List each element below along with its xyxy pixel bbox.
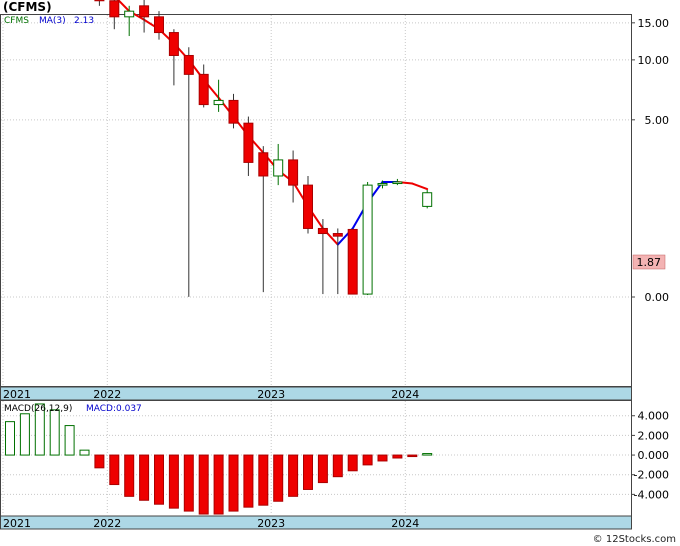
candle-body-down	[183, 54, 194, 75]
price-x-tick-label: 2024	[391, 388, 419, 401]
macd-bar-negative	[139, 454, 150, 501]
macd-panel: 4.000 2.000 0.000 -2.000 -4.000 MACD(26,12,9…	[0, 400, 670, 530]
macd-bar-negative	[168, 454, 179, 509]
macd-y-tick-label: -4.000	[634, 488, 669, 501]
macd-bar-positive	[49, 409, 60, 456]
macd-bar-positive	[5, 421, 15, 456]
legend-ma-label: MA(3)	[39, 16, 66, 26]
macd-bar-negative	[228, 454, 239, 512]
macd-x-tick-label: 2024	[391, 517, 419, 530]
macd-bar-negative	[124, 454, 135, 497]
price-x-tick-label: 2022	[93, 388, 121, 401]
chart-title: (CFMS)	[3, 0, 52, 14]
macd-bar-negative	[303, 454, 313, 490]
macd-bar-negative	[377, 454, 388, 462]
credit-text: © 12Stocks.com	[592, 534, 676, 545]
candle-body-down	[154, 16, 164, 34]
macd-y-tick-label: 2.000	[638, 429, 670, 442]
macd-bar-negative	[332, 454, 343, 478]
macd-bar-negative	[362, 454, 373, 466]
macd-bar-negative	[243, 454, 254, 508]
price-x-tick-label: 2023	[257, 388, 285, 401]
candle-body-up	[273, 159, 284, 177]
price-y-tick-label: 15.00	[638, 17, 670, 30]
macd-y-tick-label: 0.000	[638, 449, 670, 462]
price-y-tick-label: 5.00	[645, 114, 670, 127]
legend-symbol: CFMS	[4, 16, 29, 26]
candle-body-up	[377, 183, 388, 186]
macd-y-tick-label: -2.000	[634, 469, 669, 482]
macd-y-tick-label: 4.000	[638, 410, 670, 423]
candle	[422, 190, 433, 209]
candle-body-down	[94, 0, 105, 2]
candle-body-down	[303, 184, 313, 229]
candle	[362, 181, 373, 296]
candle-body-down	[317, 227, 328, 235]
candle-body-down	[288, 159, 299, 186]
legend-ma-value: 2.13	[74, 16, 94, 26]
candle-body-down	[258, 152, 269, 177]
macd-y-ticks: 4.000 2.000 0.000 -2.000 -4.000	[631, 410, 670, 501]
price-x-tick-label: 2021	[3, 388, 31, 401]
macd-bar-negative	[213, 454, 224, 515]
candle-body-down	[139, 5, 150, 18]
macd-x-tick-label: 2022	[93, 517, 121, 530]
macd-bar-negative	[198, 454, 209, 515]
macd-bar-negative	[258, 454, 269, 506]
price-panel-frame	[0, 14, 632, 387]
macd-bar-negative	[183, 454, 194, 512]
macd-bar-negative	[109, 454, 120, 486]
price-y-tick-label: 20.00	[638, 0, 670, 3]
candle	[94, 0, 105, 6]
macd-bar-positive	[79, 449, 90, 456]
macd-bar-positive	[19, 413, 30, 456]
candle-body-down	[198, 73, 209, 106]
last-price-marker: 1.87	[632, 254, 666, 270]
candle-body-down	[168, 32, 179, 56]
candle-body-up	[392, 181, 403, 185]
price-panel: 45.0035.0025.0020.0015.0010.005.000.00 1…	[0, 0, 670, 401]
macd-legend-value: MACD:0.037	[86, 404, 142, 414]
macd-bar-negative	[273, 454, 284, 502]
candle	[347, 228, 358, 295]
macd-bar-negative	[392, 454, 403, 459]
macd-bar-negative	[347, 454, 358, 472]
macd-bar-positive	[422, 453, 433, 456]
candle-body-down	[228, 99, 239, 124]
price-legend: CFMS MA(3) 2.13	[4, 16, 94, 26]
candle-body-up	[362, 184, 373, 295]
last-price-label: 1.87	[637, 256, 662, 269]
candle-body-up	[124, 10, 135, 18]
macd-legend-label: MACD(26,12,9)	[4, 404, 72, 414]
candle-body-down	[347, 228, 358, 295]
candle-body-up	[422, 192, 433, 207]
stock-chart: 45.0035.0025.0020.0015.0010.005.000.00 1…	[0, 0, 670, 530]
price-y-tick-label: 0.00	[645, 291, 670, 304]
macd-bar-negative	[288, 454, 299, 497]
candle-body-up	[213, 99, 224, 106]
candle-body-down	[332, 233, 343, 237]
macd-bar-negative	[154, 454, 164, 505]
macd-x-tick-label: 2023	[257, 517, 285, 530]
macd-bar-positive	[64, 425, 75, 456]
macd-bar-negative	[317, 454, 328, 484]
macd-bar-negative	[407, 454, 418, 458]
macd-x-tick-label: 2021	[3, 517, 31, 530]
macd-bar-negative	[94, 454, 105, 469]
candle-body-down	[243, 122, 254, 163]
price-y-tick-label: 10.00	[638, 54, 670, 67]
candle-body-down	[109, 0, 120, 18]
